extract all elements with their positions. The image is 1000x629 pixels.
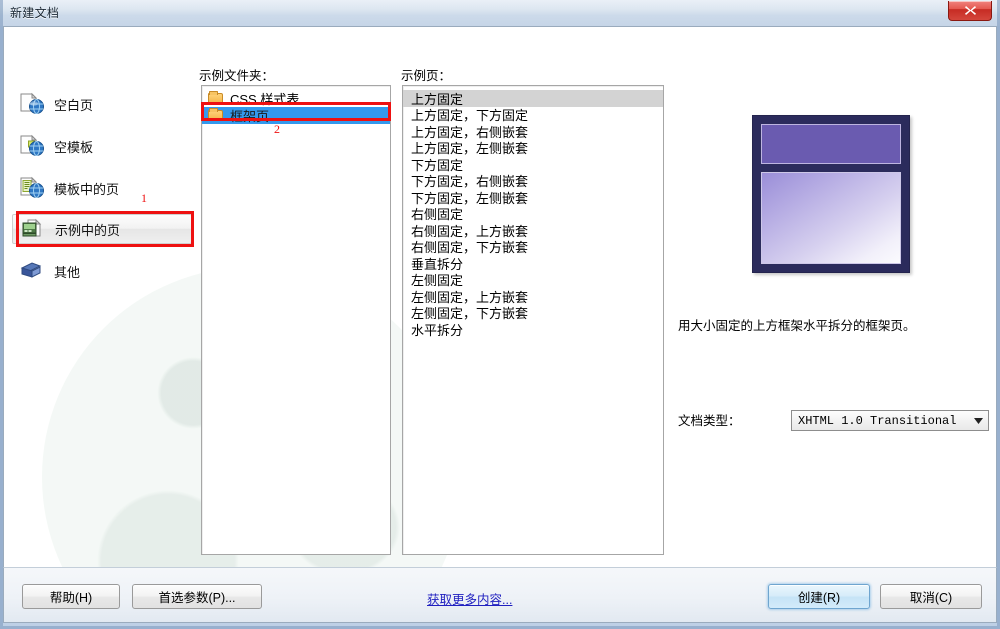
doctype-select[interactable]: XHTML 1.0 Transitional bbox=[791, 410, 989, 431]
annotation-number-1: 1 bbox=[141, 191, 147, 205]
chevron-down-icon bbox=[968, 417, 988, 424]
sidebar-item-blank-template[interactable]: 空模板 bbox=[4, 131, 200, 161]
sidebar-item-label: 示例中的页 bbox=[55, 222, 121, 238]
blank-page-globe-icon bbox=[18, 92, 46, 116]
dialog-body: 空白页 空模板 模板中的页 示例中的页 其他 1 示例文件夹： CSS 样式表 … bbox=[3, 26, 997, 567]
sidebar-item-label: 模板中的页 bbox=[54, 181, 120, 197]
list-item[interactable]: 上方固定 bbox=[403, 90, 663, 107]
folder-icon bbox=[208, 108, 223, 122]
close-button[interactable] bbox=[948, 1, 992, 21]
list-item-label: 框架页 bbox=[230, 109, 270, 124]
list-item[interactable]: 垂直拆分 bbox=[403, 255, 663, 272]
preview-top-frame bbox=[761, 124, 901, 164]
preview-description: 用大小固定的上方框架水平拆分的框架页。 bbox=[678, 319, 916, 333]
category-sidebar: 空白页 空模板 模板中的页 示例中的页 其他 1 bbox=[4, 27, 200, 566]
list-item[interactable]: 左侧固定 bbox=[403, 272, 663, 288]
doctype-row: 文档类型： XHTML 1.0 Transitional bbox=[678, 410, 992, 431]
preview-bottom-frame bbox=[761, 172, 901, 264]
create-button-label: 创建(R) bbox=[797, 591, 841, 605]
sidebar-item-label: 空白页 bbox=[54, 97, 94, 113]
list-item[interactable]: 水平拆分 bbox=[403, 321, 663, 338]
cancel-button-label: 取消(C) bbox=[909, 591, 953, 605]
list-item[interactable]: 上方固定，下方固定 bbox=[403, 107, 663, 123]
title-bar: 新建文档 bbox=[0, 0, 1000, 26]
preferences-button[interactable]: 首选参数(P)... bbox=[132, 584, 262, 609]
preferences-button-label: 首选参数(P)... bbox=[158, 591, 236, 605]
list-item[interactable]: 右侧固定 bbox=[403, 206, 663, 222]
folders-label: 示例文件夹： bbox=[199, 69, 275, 83]
list-item-label: 水平拆分 bbox=[411, 322, 464, 338]
get-more-content-link[interactable]: 获取更多内容... bbox=[427, 589, 512, 608]
sidebar-item-other[interactable]: 其他 bbox=[4, 256, 200, 286]
sample-folder-list[interactable]: CSS 样式表 框架页 bbox=[201, 85, 391, 555]
help-button[interactable]: 帮助(H) bbox=[22, 584, 120, 609]
list-item[interactable]: 右侧固定，上方嵌套 bbox=[403, 222, 663, 239]
sidebar-item-page-from-template[interactable]: 模板中的页 bbox=[4, 173, 200, 203]
list-item[interactable]: 框架页 bbox=[202, 107, 390, 124]
new-document-dialog: 新建文档 空白页 空模板 模板中的页 示例中的页 其他 1 示例文件夹： CSS… bbox=[0, 0, 1000, 629]
list-item[interactable]: 右侧固定，下方嵌套 bbox=[403, 239, 663, 255]
help-button-label: 帮助(H) bbox=[49, 591, 93, 605]
doctype-label: 文档类型： bbox=[678, 414, 741, 428]
list-item[interactable]: 上方固定，左侧嵌套 bbox=[403, 140, 663, 156]
sample-page-list[interactable]: 上方固定 上方固定，下方固定 上方固定，右侧嵌套 上方固定，左侧嵌套 下方固定 … bbox=[402, 85, 664, 555]
list-item[interactable]: 下方固定，右侧嵌套 bbox=[403, 173, 663, 189]
frameset-preview-thumbnail bbox=[752, 115, 910, 273]
window-title: 新建文档 bbox=[10, 6, 60, 20]
list-item[interactable]: 下方固定 bbox=[403, 156, 663, 173]
sidebar-item-label: 其他 bbox=[54, 264, 81, 280]
list-item[interactable]: 下方固定，左侧嵌套 bbox=[403, 189, 663, 206]
close-x-icon bbox=[964, 5, 977, 16]
page-from-sample-icon bbox=[19, 217, 47, 241]
list-item[interactable]: CSS 样式表 bbox=[202, 90, 390, 107]
blank-template-globe-icon bbox=[18, 134, 46, 158]
samples-label: 示例页： bbox=[401, 69, 452, 83]
list-item[interactable]: 左侧固定，下方嵌套 bbox=[403, 305, 663, 321]
create-button[interactable]: 创建(R) bbox=[768, 584, 870, 609]
list-item[interactable]: 上方固定，右侧嵌套 bbox=[403, 123, 663, 140]
cancel-button[interactable]: 取消(C) bbox=[880, 584, 982, 609]
sidebar-item-label: 空模板 bbox=[54, 139, 94, 155]
page-from-template-icon bbox=[18, 176, 46, 200]
list-item[interactable]: 左侧固定，上方嵌套 bbox=[403, 288, 663, 305]
doctype-value: XHTML 1.0 Transitional bbox=[798, 413, 957, 428]
folder-icon bbox=[208, 91, 223, 105]
preview-panel: 用大小固定的上方框架水平拆分的框架页。 文档类型： XHTML 1.0 Tran… bbox=[672, 85, 992, 555]
sidebar-item-page-from-sample[interactable]: 示例中的页 bbox=[4, 214, 200, 244]
dialog-footer: jb51.net 帮助(H) 首选参数(P)... 获取更多内容... 创建(R… bbox=[3, 567, 997, 623]
sidebar-item-blank-page[interactable]: 空白页 bbox=[4, 89, 200, 119]
other-icon bbox=[18, 259, 46, 283]
annotation-number-2: 2 bbox=[274, 122, 280, 136]
